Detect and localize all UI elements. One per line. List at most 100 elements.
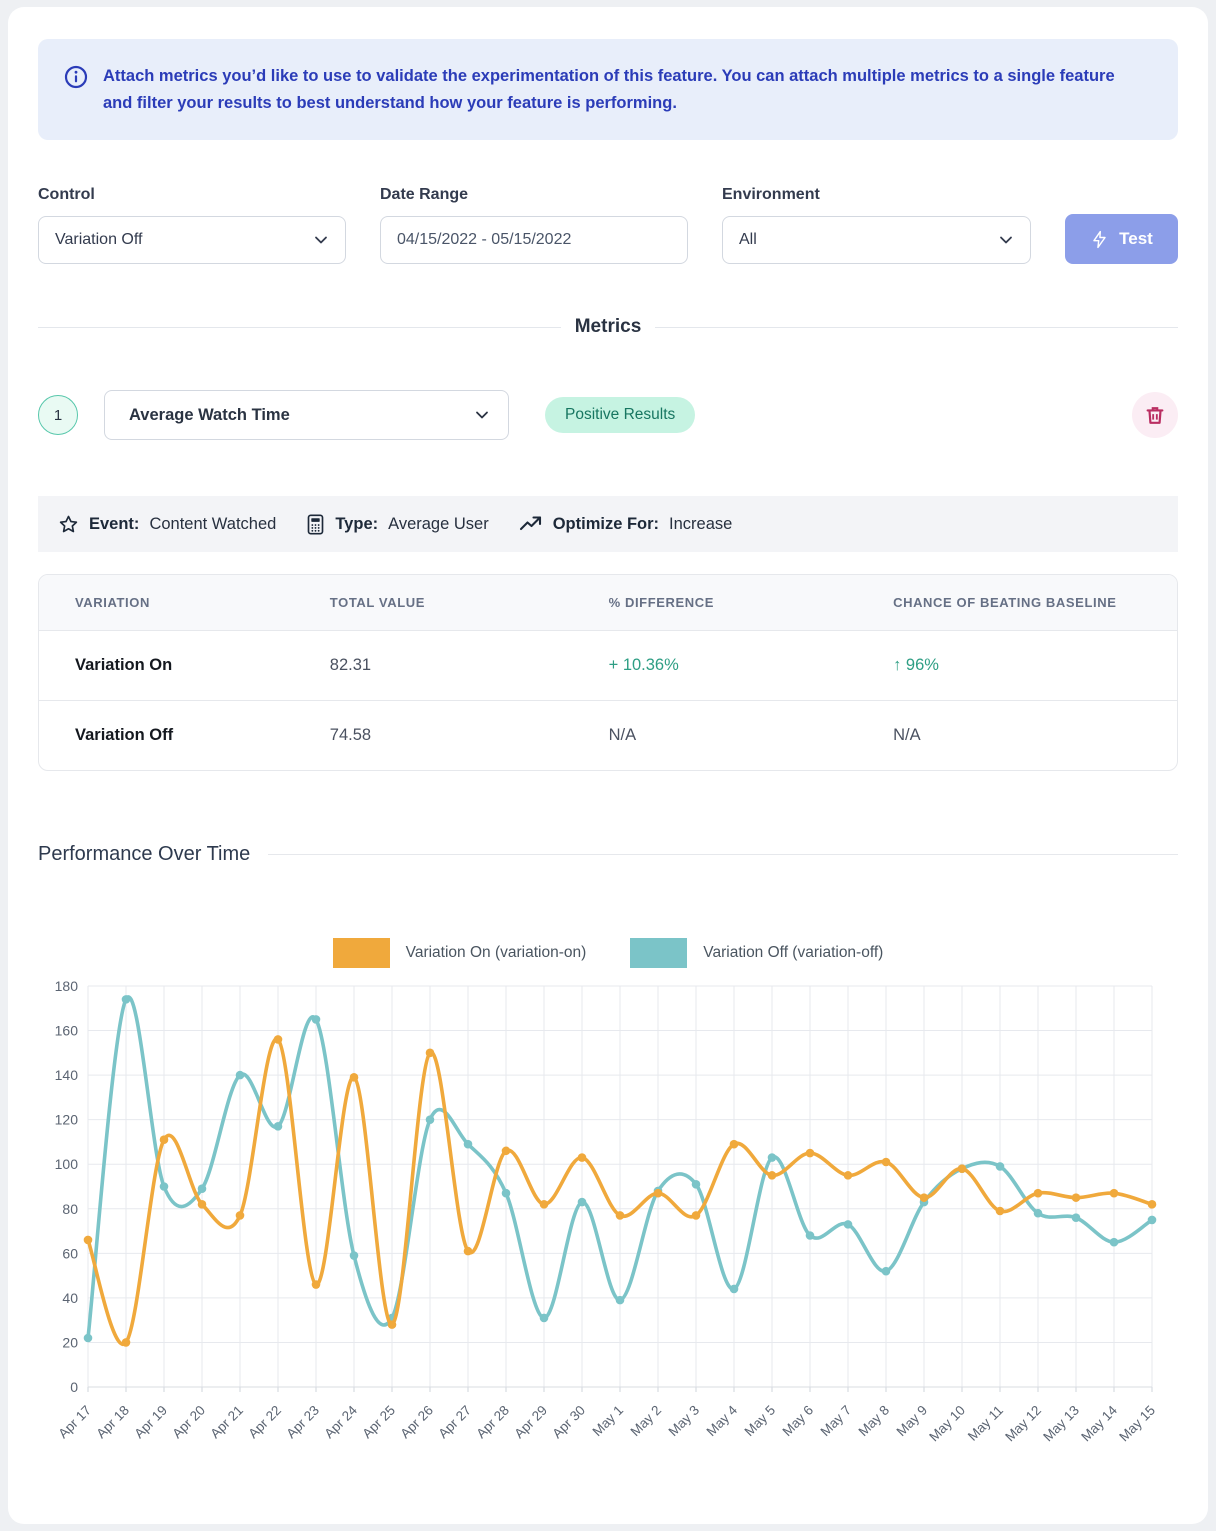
table-row-variation-on: Variation On 82.31 + 10.36% ↑ 96%	[39, 630, 1177, 700]
date-range-input[interactable]: 04/15/2022 - 05/15/2022	[380, 216, 688, 264]
control-label: Control	[38, 186, 346, 204]
chart-legend: Variation On (variation-on) Variation Of…	[38, 938, 1178, 968]
svg-text:May 8: May 8	[856, 1403, 893, 1440]
svg-text:May 5: May 5	[742, 1403, 779, 1440]
type-item: Type: Average User	[306, 514, 488, 535]
lightning-icon	[1090, 230, 1109, 249]
star-icon	[58, 514, 79, 535]
chevron-down-icon	[474, 407, 490, 423]
svg-text:100: 100	[55, 1157, 79, 1173]
metric-row: 1 Average Watch Time Positive Results	[38, 390, 1178, 440]
optimize-value: Increase	[669, 515, 732, 534]
trend-up-icon	[519, 514, 543, 534]
variation-name: Variation Off	[39, 700, 318, 770]
banner-text: Attach metrics you’d like to use to vali…	[103, 63, 1143, 116]
performance-heading: Performance Over Time	[38, 843, 250, 866]
chance-value: N/A	[881, 700, 1177, 770]
legend-item-variation-on[interactable]: Variation On (variation-on)	[333, 938, 587, 968]
svg-text:May 2: May 2	[628, 1403, 665, 1440]
svg-text:Apr 18: Apr 18	[93, 1403, 132, 1442]
svg-text:May 10: May 10	[926, 1403, 968, 1445]
svg-text:May 1: May 1	[590, 1403, 627, 1440]
metric-index-badge: 1	[38, 395, 78, 435]
control-select[interactable]: Variation Off	[38, 216, 346, 264]
svg-text:Apr 25: Apr 25	[359, 1403, 398, 1442]
svg-text:Apr 21: Apr 21	[207, 1403, 246, 1442]
col-variation: Variation	[39, 575, 318, 630]
experiment-results-card: Attach metrics you’d like to use to vali…	[8, 7, 1208, 1524]
trash-icon	[1144, 404, 1166, 426]
total-value: 82.31	[318, 630, 597, 700]
total-value: 74.58	[318, 700, 597, 770]
svg-text:May 3: May 3	[666, 1403, 703, 1440]
legend-item-variation-off[interactable]: Variation Off (variation-off)	[630, 938, 883, 968]
environment-field: Environment All	[722, 186, 1031, 264]
svg-text:May 14: May 14	[1078, 1403, 1120, 1445]
table-row-variation-off: Variation Off 74.58 N/A N/A	[39, 700, 1177, 770]
metrics-divider: Metrics	[38, 316, 1178, 338]
metric-select[interactable]: Average Watch Time	[104, 390, 509, 440]
test-button[interactable]: Test	[1065, 214, 1178, 264]
chance-value: ↑ 96%	[881, 630, 1177, 700]
event-value: Content Watched	[149, 515, 276, 534]
svg-text:Apr 22: Apr 22	[245, 1403, 284, 1442]
event-item: Event: Content Watched	[58, 514, 276, 535]
svg-text:Apr 28: Apr 28	[473, 1403, 512, 1442]
svg-text:180: 180	[55, 978, 79, 994]
metric-name: Average Watch Time	[129, 406, 290, 425]
svg-text:May 9: May 9	[894, 1403, 931, 1440]
svg-text:160: 160	[55, 1023, 79, 1039]
date-range-label: Date Range	[380, 186, 688, 204]
positive-results-badge: Positive Results	[545, 397, 695, 433]
info-icon	[64, 65, 88, 89]
svg-text:Apr 24: Apr 24	[321, 1403, 360, 1442]
filters-row: Control Variation Off Date Range 04/15/2…	[38, 186, 1178, 264]
date-range-field: Date Range 04/15/2022 - 05/15/2022	[380, 186, 688, 264]
environment-label: Environment	[722, 186, 1031, 204]
svg-text:Apr 17: Apr 17	[55, 1403, 94, 1442]
results-table: Variation Total Value % Difference Chanc…	[38, 574, 1178, 771]
optimize-item: Optimize For: Increase	[519, 514, 733, 534]
col-difference: % Difference	[597, 575, 882, 630]
svg-text:60: 60	[62, 1246, 78, 1262]
difference-value: N/A	[597, 700, 882, 770]
svg-text:Apr 26: Apr 26	[397, 1403, 436, 1442]
metrics-heading: Metrics	[575, 316, 642, 338]
event-label: Event:	[89, 515, 139, 534]
svg-text:140: 140	[55, 1068, 79, 1084]
info-banner: Attach metrics you’d like to use to vali…	[38, 39, 1178, 140]
legend-label: Variation Off (variation-off)	[703, 944, 883, 962]
performance-chart[interactable]: 020406080100120140160180Apr 17Apr 18Apr …	[38, 974, 1178, 1484]
svg-text:20: 20	[62, 1335, 78, 1351]
svg-text:40: 40	[62, 1290, 78, 1306]
svg-text:May 15: May 15	[1116, 1403, 1158, 1445]
svg-text:May 13: May 13	[1040, 1403, 1082, 1445]
environment-select[interactable]: All	[722, 216, 1031, 264]
legend-swatch-orange	[333, 938, 390, 968]
svg-text:Apr 30: Apr 30	[549, 1403, 588, 1442]
control-value: Variation Off	[55, 231, 142, 249]
svg-text:Apr 23: Apr 23	[283, 1403, 322, 1442]
svg-text:80: 80	[62, 1201, 78, 1217]
control-field: Control Variation Off	[38, 186, 346, 264]
legend-swatch-teal	[630, 938, 687, 968]
svg-text:May 12: May 12	[1002, 1403, 1044, 1445]
table-header-row: Variation Total Value % Difference Chanc…	[39, 575, 1177, 630]
test-button-label: Test	[1119, 229, 1153, 249]
svg-text:May 6: May 6	[780, 1403, 817, 1440]
variation-name: Variation On	[39, 630, 318, 700]
svg-text:Apr 20: Apr 20	[169, 1403, 208, 1442]
date-range-value: 04/15/2022 - 05/15/2022	[397, 231, 571, 249]
difference-value: + 10.36%	[597, 630, 882, 700]
svg-text:0: 0	[70, 1379, 78, 1395]
svg-text:May 7: May 7	[818, 1403, 855, 1440]
type-label: Type:	[335, 515, 378, 534]
svg-text:Apr 27: Apr 27	[435, 1403, 474, 1442]
delete-metric-button[interactable]	[1132, 392, 1178, 438]
performance-section-header: Performance Over Time	[38, 843, 1178, 866]
metric-event-bar: Event: Content Watched Type: Average Use…	[38, 496, 1178, 552]
svg-text:May 4: May 4	[704, 1403, 741, 1440]
optimize-label: Optimize For:	[553, 515, 659, 534]
environment-value: All	[739, 231, 757, 249]
calculator-icon	[306, 514, 325, 535]
